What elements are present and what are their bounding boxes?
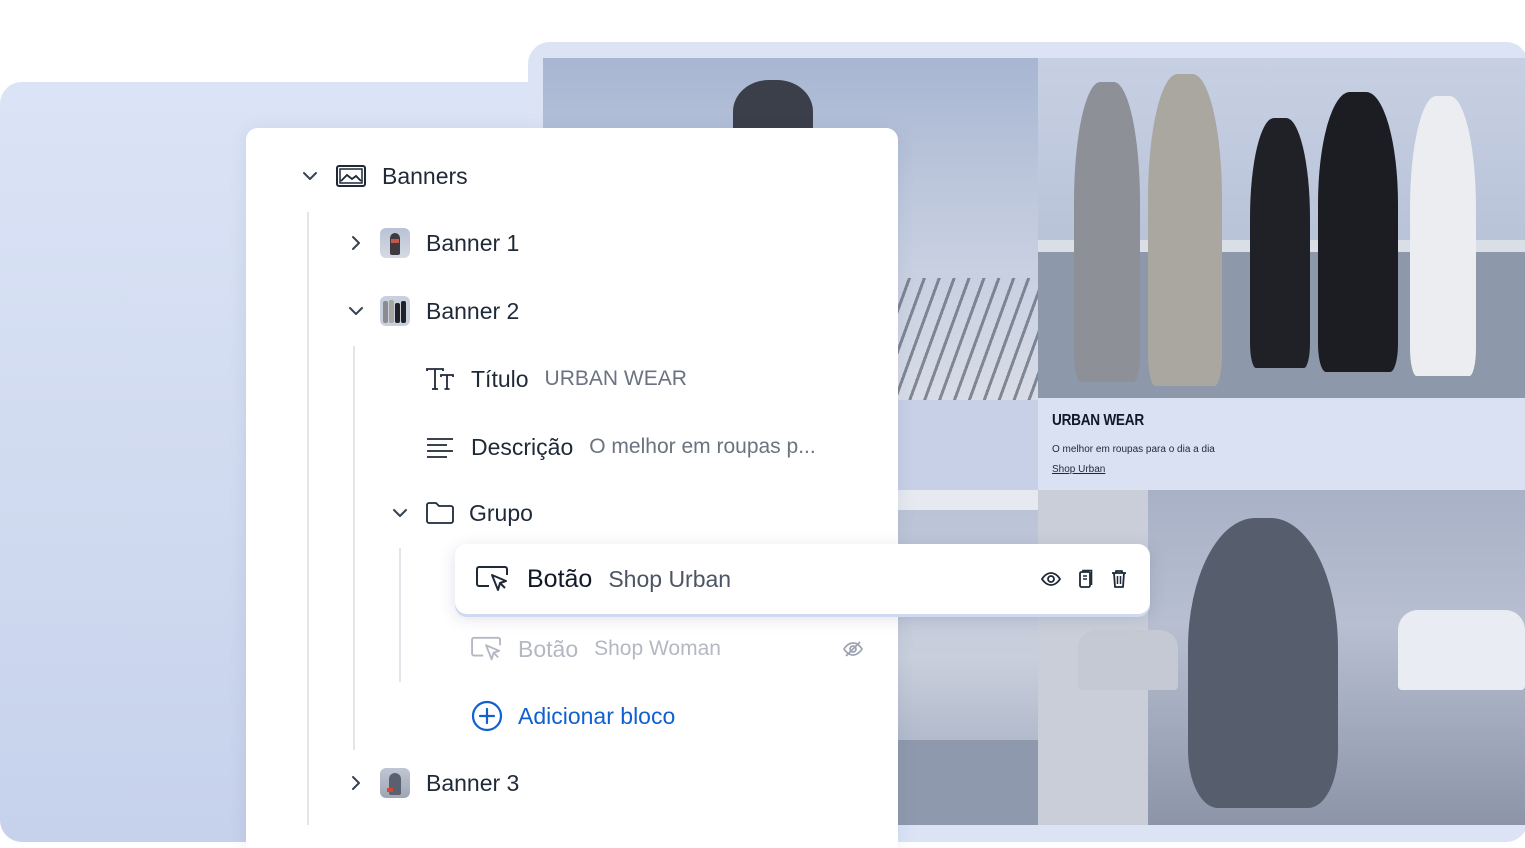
tree-label-botao-2: Botão [518,635,579,662]
add-block-label: Adicionar bloco [518,702,676,729]
tree-label-grupo: Grupo [469,499,533,526]
tree-label-banner1: Banner 1 [426,229,520,256]
chevron-right-icon[interactable] [346,234,366,252]
banner1-thumbnail [380,228,410,258]
tree-item-banner1[interactable]: Banner 1 [346,223,519,263]
tree-value-descricao: O melhor em roupas p... [589,435,816,458]
chevron-down-icon[interactable] [390,504,410,522]
tree-item-botao-shop-urban[interactable]: Botão Shop Urban [455,544,1150,614]
tree-value-botao-1: Shop Urban [608,565,732,592]
tree-item-grupo[interactable]: Grupo [390,493,533,533]
preview-description: O melhor em roupas para o dia a dia [1052,444,1215,455]
tree-label-banner3: Banner 3 [426,769,520,796]
tree-value-botao-2: Shop Woman [594,637,721,660]
add-block-button[interactable]: Adicionar bloco [471,696,675,736]
chevron-down-icon[interactable] [300,167,320,185]
banner2-photo [1038,58,1525,398]
tree-label-descricao: Descrição [471,433,574,460]
eye-icon[interactable] [1040,568,1062,590]
tree-item-titulo[interactable]: Título URBAN WEAR [424,359,687,399]
trash-icon[interactable] [1108,568,1130,590]
image-icon [334,163,368,189]
layers-panel [246,128,898,848]
folder-icon [424,500,456,526]
banner3-photo-runner [1038,490,1525,825]
tree-item-banners[interactable]: Banners [300,156,468,196]
banner3-thumbnail [380,768,410,798]
chevron-down-icon[interactable] [346,302,366,320]
tree-item-botao-shop-woman[interactable]: Botão Shop Woman [470,629,721,669]
tree-label-banner2: Banner 2 [426,297,520,324]
preview-link[interactable]: Shop Urban [1052,464,1105,475]
banner2-thumbnail [380,296,410,326]
chevron-right-icon[interactable] [346,774,366,792]
banner2-caption: URBAN WEAR O melhor em roupas para o dia… [1038,398,1525,490]
tree-label-botao-1: Botão [527,564,593,593]
tree-item-banner2[interactable]: Banner 2 [346,291,519,331]
cursor-click-icon [475,564,511,594]
copy-icon[interactable] [1074,568,1096,590]
tree-value-titulo: URBAN WEAR [544,367,687,390]
plus-circle-icon [471,700,503,732]
tree-guide-banner2 [353,346,355,750]
text-type-icon [424,366,456,392]
paragraph-icon [424,435,456,459]
tree-guide-grupo [399,548,401,682]
tree-label-banners: Banners [382,162,468,189]
cursor-click-icon [470,635,504,663]
tree-item-descricao[interactable]: Descrição O melhor em roupas p... [424,427,816,467]
eye-off-icon[interactable] [842,639,864,659]
tree-item-banner3[interactable]: Banner 3 [346,763,519,803]
tree-label-titulo: Título [471,365,529,392]
preview-title: URBAN WEAR [1052,412,1144,429]
tree-guide-banners [307,212,309,825]
